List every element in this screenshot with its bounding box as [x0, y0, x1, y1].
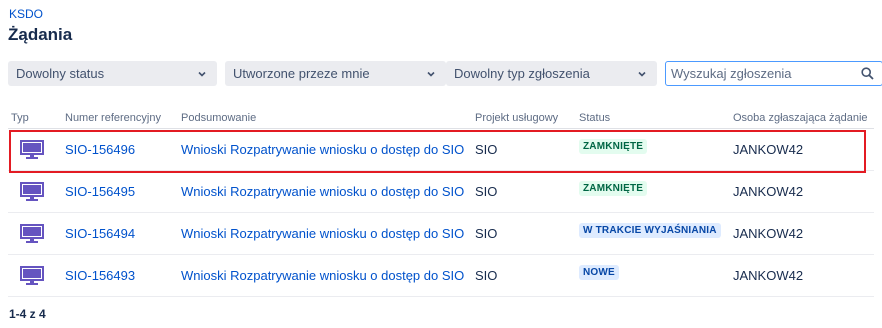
- table-header: Typ Numer referencyjny Podsumowanie Proj…: [8, 108, 874, 129]
- summary-link[interactable]: Wnioski Rozpatrywanie wniosku o dostęp d…: [181, 226, 464, 241]
- reporter-cell: JANKOW42: [733, 226, 804, 241]
- column-header-summary[interactable]: Podsumowanie: [181, 112, 256, 124]
- creator-filter-label: Utworzone przeze mnie: [233, 66, 370, 81]
- status-filter-dropdown[interactable]: Dowolny status: [8, 61, 217, 86]
- summary-link[interactable]: Wnioski Rozpatrywanie wniosku o dostęp d…: [181, 142, 464, 157]
- pagination-count: 1-4 z 4: [9, 307, 46, 321]
- reference-link[interactable]: SIO-156494: [65, 226, 135, 241]
- page-title: Żądania: [8, 25, 73, 44]
- reference-link[interactable]: SIO-156495: [65, 184, 135, 199]
- column-header-reporter[interactable]: Osoba zgłaszająca żądanie: [733, 112, 868, 124]
- status-filter-label: Dowolny status: [16, 66, 105, 81]
- column-header-project[interactable]: Projekt usługowy: [475, 112, 558, 124]
- status-badge: ZAMKNIĘTE: [579, 139, 648, 154]
- project-cell: SIO: [475, 142, 498, 157]
- reporter-cell: JANKOW42: [733, 268, 804, 283]
- table-row[interactable]: SIO-156495 Wnioski Rozpatrywanie wniosku…: [8, 171, 874, 213]
- monitor-icon: [20, 140, 44, 160]
- column-header-status[interactable]: Status: [579, 112, 610, 124]
- reference-link[interactable]: SIO-156493: [65, 268, 135, 283]
- reporter-cell: JANKOW42: [733, 184, 804, 199]
- creator-filter-dropdown[interactable]: Utworzone przeze mnie: [225, 61, 446, 86]
- requests-page: KSDO Żądania Dowolny status Utworzone pr…: [0, 0, 882, 328]
- search-box[interactable]: [665, 61, 882, 86]
- monitor-icon: [20, 182, 44, 202]
- reporter-cell: JANKOW42: [733, 142, 804, 157]
- project-cell: SIO: [475, 268, 498, 283]
- summary-link[interactable]: Wnioski Rozpatrywanie wniosku o dostęp d…: [181, 184, 464, 199]
- chevron-down-icon: [197, 69, 207, 79]
- monitor-icon: [20, 224, 44, 244]
- breadcrumb[interactable]: KSDO: [9, 7, 43, 21]
- status-badge: W TRAKCIE WYJAŚNIANIA: [579, 223, 721, 238]
- chevron-down-icon: [637, 69, 647, 79]
- search-icon[interactable]: [861, 67, 874, 80]
- monitor-icon: [20, 266, 44, 286]
- project-cell: SIO: [475, 184, 498, 199]
- table-row[interactable]: SIO-156494 Wnioski Rozpatrywanie wniosku…: [8, 213, 874, 255]
- status-badge: ZAMKNIĘTE: [579, 181, 648, 196]
- column-header-reference[interactable]: Numer referencyjny: [65, 112, 161, 124]
- request-type-filter-label: Dowolny typ zgłoszenia: [454, 66, 590, 81]
- table-row[interactable]: SIO-156496 Wnioski Rozpatrywanie wniosku…: [8, 129, 874, 171]
- request-type-filter-dropdown[interactable]: Dowolny typ zgłoszenia: [446, 61, 657, 86]
- search-input[interactable]: [666, 63, 851, 84]
- summary-link[interactable]: Wnioski Rozpatrywanie wniosku o dostęp d…: [181, 268, 464, 283]
- chevron-down-icon: [426, 69, 436, 79]
- reference-link[interactable]: SIO-156496: [65, 142, 135, 157]
- column-header-type: Typ: [11, 112, 29, 124]
- status-badge: NOWE: [579, 265, 619, 280]
- project-cell: SIO: [475, 226, 498, 241]
- table-row[interactable]: SIO-156493 Wnioski Rozpatrywanie wniosku…: [8, 255, 874, 297]
- requests-table: Typ Numer referencyjny Podsumowanie Proj…: [8, 108, 874, 297]
